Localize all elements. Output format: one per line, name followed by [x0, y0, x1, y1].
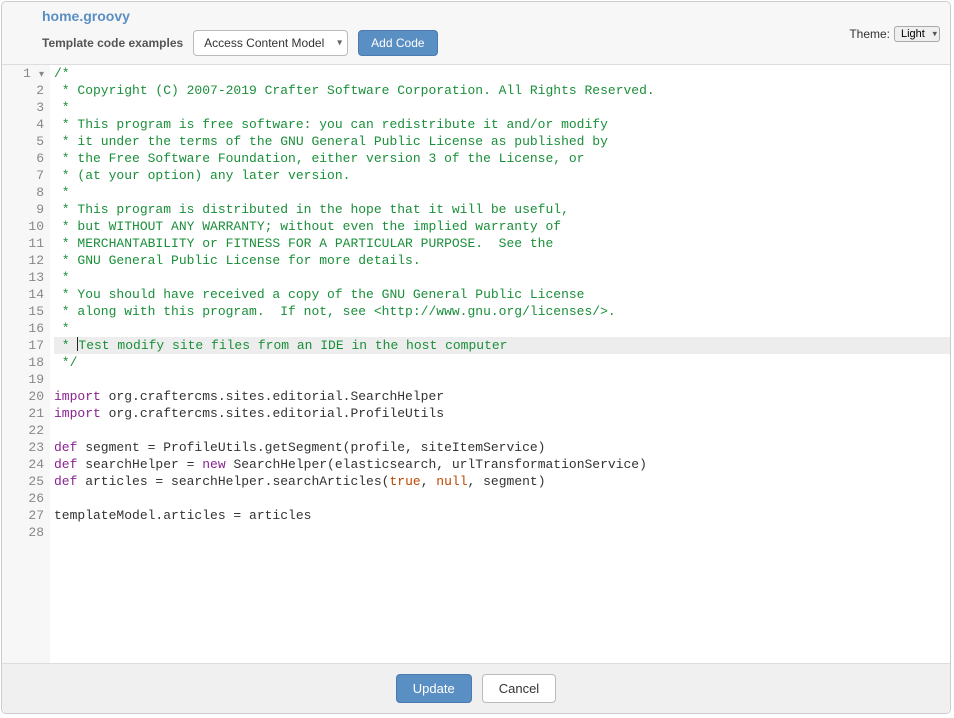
- code-line[interactable]: * along with this program. If not, see <…: [54, 303, 950, 320]
- code-line[interactable]: def segment = ProfileUtils.getSegment(pr…: [54, 439, 950, 456]
- line-number: 20: [2, 388, 44, 405]
- dialog-header: home.groovy Template code examples Acces…: [2, 2, 950, 65]
- code-line[interactable]: import org.craftercms.sites.editorial.Pr…: [54, 405, 950, 422]
- code-line[interactable]: [54, 371, 950, 388]
- code-line[interactable]: * GNU General Public License for more de…: [54, 252, 950, 269]
- file-name: home.groovy: [42, 8, 940, 24]
- line-number: 5: [2, 133, 44, 150]
- code-line[interactable]: * Test modify site files from an IDE in …: [54, 337, 950, 354]
- line-gutter: 1 ▾2345678910111213141516171819202122232…: [2, 65, 50, 663]
- cancel-button[interactable]: Cancel: [482, 674, 556, 703]
- line-number: 4: [2, 116, 44, 133]
- code-line[interactable]: import org.craftercms.sites.editorial.Se…: [54, 388, 950, 405]
- line-number: 10: [2, 218, 44, 235]
- theme-switcher: Theme: Light ▾: [849, 26, 940, 42]
- line-number: 27: [2, 507, 44, 524]
- template-examples-label: Template code examples: [42, 36, 183, 50]
- code-editor[interactable]: 1 ▾2345678910111213141516171819202122232…: [2, 65, 950, 663]
- code-line[interactable]: * This program is distributed in the hop…: [54, 201, 950, 218]
- code-line[interactable]: def articles = searchHelper.searchArticl…: [54, 473, 950, 490]
- code-line[interactable]: * the Free Software Foundation, either v…: [54, 150, 950, 167]
- code-line[interactable]: * MERCHANTABILITY or FITNESS FOR A PARTI…: [54, 235, 950, 252]
- line-number: 11: [2, 235, 44, 252]
- code-line[interactable]: [54, 422, 950, 439]
- code-line[interactable]: * You should have received a copy of the…: [54, 286, 950, 303]
- code-line[interactable]: templateModel.articles = articles: [54, 507, 950, 524]
- line-number: 22: [2, 422, 44, 439]
- code-line[interactable]: *: [54, 99, 950, 116]
- line-number: 3: [2, 99, 44, 116]
- line-number: 18: [2, 354, 44, 371]
- code-line[interactable]: [54, 524, 950, 541]
- line-number: 7: [2, 167, 44, 184]
- line-number: 28: [2, 524, 44, 541]
- code-line[interactable]: /*: [54, 65, 950, 82]
- line-number: 13: [2, 269, 44, 286]
- line-number: 26: [2, 490, 44, 507]
- code-line[interactable]: [54, 490, 950, 507]
- line-number: 1 ▾: [2, 65, 44, 82]
- code-line[interactable]: * (at your option) any later version.: [54, 167, 950, 184]
- line-number: 12: [2, 252, 44, 269]
- line-number: 17: [2, 337, 44, 354]
- toolbar: Template code examples Access Content Mo…: [42, 30, 940, 56]
- theme-label: Theme:: [849, 27, 890, 41]
- add-code-button[interactable]: Add Code: [358, 30, 437, 56]
- code-content[interactable]: /* * Copyright (C) 2007-2019 Crafter Sof…: [50, 65, 950, 663]
- line-number: 24: [2, 456, 44, 473]
- line-number: 25: [2, 473, 44, 490]
- code-line[interactable]: *: [54, 184, 950, 201]
- line-number: 14: [2, 286, 44, 303]
- line-number: 23: [2, 439, 44, 456]
- editor-dialog: home.groovy Template code examples Acces…: [1, 1, 951, 714]
- code-line[interactable]: * but WITHOUT ANY WARRANTY; without even…: [54, 218, 950, 235]
- theme-select[interactable]: Light: [894, 26, 940, 42]
- update-button[interactable]: Update: [396, 674, 472, 703]
- line-number: 16: [2, 320, 44, 337]
- line-number: 8: [2, 184, 44, 201]
- code-line[interactable]: *: [54, 269, 950, 286]
- dialog-footer: Update Cancel: [2, 663, 950, 713]
- code-line[interactable]: */: [54, 354, 950, 371]
- code-line[interactable]: * it under the terms of the GNU General …: [54, 133, 950, 150]
- line-number: 6: [2, 150, 44, 167]
- line-number: 9: [2, 201, 44, 218]
- line-number: 21: [2, 405, 44, 422]
- line-number: 15: [2, 303, 44, 320]
- fold-marker-icon[interactable]: ▾: [31, 70, 44, 81]
- code-line[interactable]: * Copyright (C) 2007-2019 Crafter Softwa…: [54, 82, 950, 99]
- template-model-select[interactable]: Access Content Model: [193, 30, 348, 56]
- line-number: 2: [2, 82, 44, 99]
- code-line[interactable]: * This program is free software: you can…: [54, 116, 950, 133]
- code-line[interactable]: def searchHelper = new SearchHelper(elas…: [54, 456, 950, 473]
- code-line[interactable]: *: [54, 320, 950, 337]
- line-number: 19: [2, 371, 44, 388]
